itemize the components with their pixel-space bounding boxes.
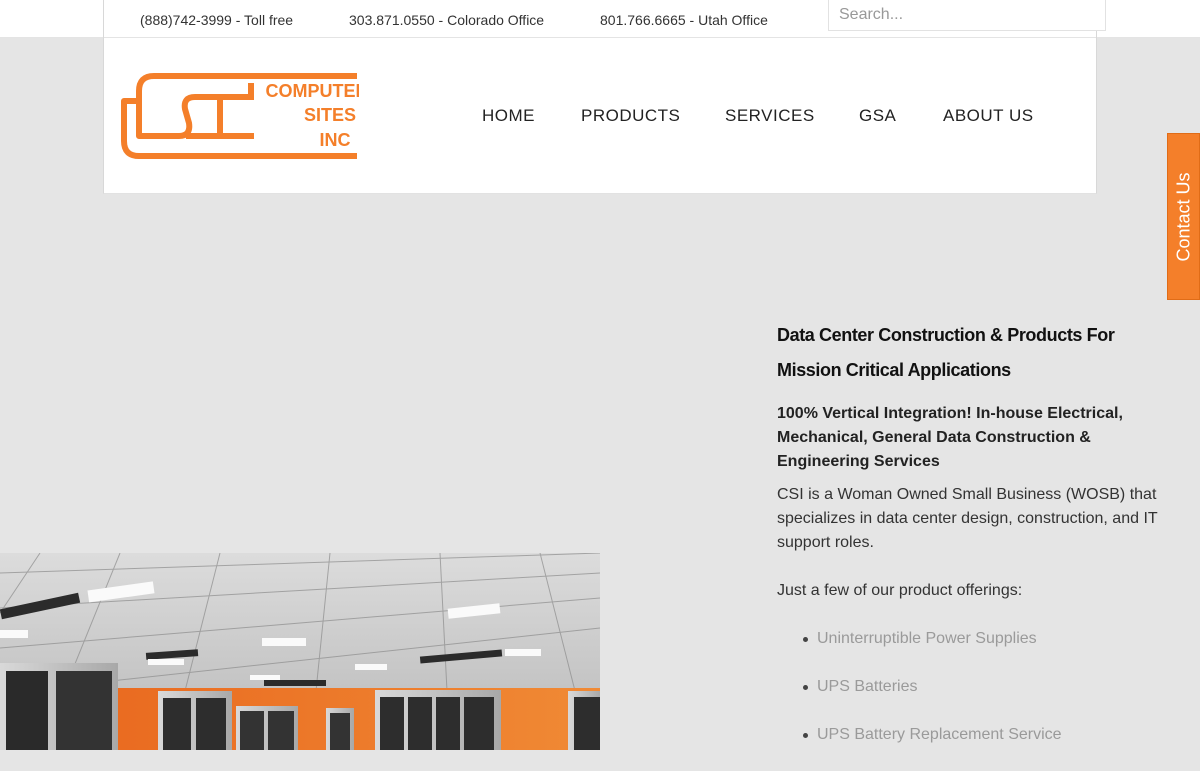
nav-home[interactable]: HOME (482, 106, 535, 126)
list-item: UPS Batteries (803, 675, 1177, 699)
list-item: UPS Battery Replacement Service (803, 723, 1177, 747)
bullet-icon (803, 637, 808, 642)
nav-services[interactable]: SERVICES (725, 106, 815, 126)
product-link-ups-batteries[interactable]: UPS Batteries (817, 678, 917, 695)
intro-paragraph: CSI is a Woman Owned Small Business (WOS… (777, 486, 1158, 551)
phone-utah[interactable]: 801.766.6665 - Utah Office (600, 12, 768, 28)
intro-content: Data Center Construction & Products For … (777, 318, 1177, 771)
server-room-illustration (0, 553, 600, 750)
page-subheading: 100% Vertical Integration! In-house Elec… (777, 405, 1123, 470)
data-center-image (0, 553, 600, 750)
product-offerings-intro: Just a few of our product offerings: (777, 582, 1023, 599)
phone-number[interactable]: (888)742-3999 (140, 12, 232, 28)
logo-text-sites: SITES (304, 105, 356, 125)
nav-products[interactable]: PRODUCTS (581, 106, 680, 126)
bullet-icon (803, 685, 808, 690)
contact-us-label: Contact Us (1173, 171, 1193, 262)
product-list: Uninterruptible Power Supplies UPS Batte… (777, 627, 1177, 747)
phone-label: - Utah Office (685, 12, 768, 28)
csi-logo[interactable]: COMPUTER SITES INC (119, 71, 359, 161)
top-bar: (888)742-3999 - Toll free 303.871.0550 -… (0, 0, 1200, 38)
phone-toll-free[interactable]: (888)742-3999 - Toll free (140, 12, 293, 28)
phone-number[interactable]: 801.766.6665 (600, 12, 686, 28)
product-link-ups[interactable]: Uninterruptible Power Supplies (817, 630, 1037, 647)
list-item: Uninterruptible Power Supplies (803, 627, 1177, 651)
phone-label: - Colorado Office (434, 12, 545, 28)
phone-label: - Toll free (231, 12, 294, 28)
site-header: COMPUTER SITES INC HOME PRODUCTS SERVICE… (103, 38, 1097, 194)
phone-number[interactable]: 303.871.0550 (349, 12, 435, 28)
logo-text-computer: COMPUTER (266, 81, 360, 101)
contact-us-tab[interactable]: Contact Us (1167, 133, 1200, 300)
product-link-battery-replacement[interactable]: UPS Battery Replacement Service (817, 726, 1062, 743)
logo-text-inc: INC (320, 130, 351, 150)
page-heading: Data Center Construction & Products For … (777, 325, 1115, 380)
search-input[interactable] (828, 0, 1106, 31)
phone-colorado[interactable]: 303.871.0550 - Colorado Office (349, 12, 544, 28)
nav-gsa[interactable]: GSA (859, 106, 896, 126)
bullet-icon (803, 733, 808, 738)
nav-about-us[interactable]: ABOUT US (943, 106, 1034, 126)
